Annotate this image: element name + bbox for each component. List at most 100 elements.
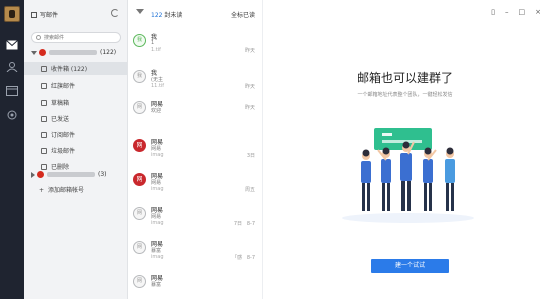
close-icon[interactable]: × (535, 8, 541, 16)
message-date: 昨天 (244, 105, 255, 111)
calendar-icon[interactable] (6, 86, 18, 96)
message-date: 周五 (244, 187, 255, 193)
compose-label: 写邮件 (40, 12, 59, 19)
list-item[interactable]: 网 网易 欢迎 昨天 (128, 97, 263, 123)
search-input[interactable] (44, 34, 118, 42)
message-preview: imag (151, 186, 164, 192)
empty-state-title: 邮箱也可以建群了 (356, 71, 453, 85)
add-mailbox-button[interactable]: + 添加邮箱帐号 (39, 185, 84, 194)
message-date: 昨天 (244, 84, 255, 90)
folder-label: 草稿箱 (51, 100, 70, 107)
list-item[interactable]: 网 网易 网易 imag 3日 (128, 135, 263, 161)
message-preview: 11.tif (151, 83, 165, 89)
message-subject: 网易 (151, 146, 162, 152)
sidebar-toggle-icon[interactable]: ▯ (491, 8, 495, 16)
list-item[interactable]: 我 我 (无主 11.tif 昨天 (128, 66, 263, 92)
folder-drafts[interactable]: 草稿箱 (24, 96, 127, 109)
message-subject: 网易 (151, 180, 162, 186)
avatar: 网 (133, 207, 146, 220)
folder-label: 收件箱 (122) (51, 66, 88, 73)
account-address-redacted (49, 50, 97, 55)
unread-summary: 122 封未读 (151, 10, 182, 19)
unread-label: 封未读 (164, 12, 183, 19)
list-item[interactable]: 网 网易 暴富 imag 「感 8-7 (128, 237, 263, 263)
avatar: 我 (133, 70, 146, 83)
compose-button[interactable]: 写邮件 (31, 10, 58, 19)
minimize-icon[interactable]: – (505, 8, 509, 16)
folder-label: 红旗邮件 (51, 83, 76, 90)
plus-icon: + (39, 187, 45, 194)
list-item[interactable]: 我 我 1 1.tif 昨天 (128, 30, 263, 56)
folder-label: 已发送 (51, 116, 70, 123)
sent-icon (41, 115, 47, 122)
message-subject: 暴富 (151, 282, 162, 288)
folder-sidebar: 写邮件 (122) 收件箱 (122) 红旗邮件 草稿箱 已发送 订阅邮件 垃圾… (24, 0, 128, 299)
avatar: 网 (133, 275, 146, 288)
folder-spam[interactable]: 垃圾邮件 (24, 144, 127, 157)
mail-icon[interactable] (6, 40, 18, 50)
chevron-right-icon (31, 171, 35, 178)
folder-sent[interactable]: 已发送 (24, 112, 127, 125)
search-icon (36, 35, 41, 40)
message-subject: (无主 (151, 77, 163, 83)
chevron-down-icon (31, 50, 37, 55)
message-date: 昨天 (244, 48, 255, 54)
folder-inbox[interactable]: 收件箱 (122) (24, 62, 127, 75)
folder-label: 垃圾邮件 (51, 148, 76, 155)
subscribe-icon (41, 131, 47, 138)
list-item[interactable]: 网 网易 暴富 (128, 271, 263, 297)
folder-label: 订阅邮件 (51, 132, 76, 139)
unread-count: 122 (151, 12, 163, 19)
message-list: 122 封未读 全标已读 我 我 1 1.tif 昨天 我 我 (无主 11.t… (128, 0, 263, 299)
message-list-header: 122 封未读 全标已读 (128, 0, 263, 26)
settings-icon[interactable] (6, 110, 18, 120)
message-date: 7日 8-7 (234, 220, 255, 227)
list-item[interactable]: 网 网易 网易 imag 周五 (128, 169, 263, 195)
folder-subscriptions[interactable]: 订阅邮件 (24, 128, 127, 141)
message-date-day: 7日 (233, 221, 243, 227)
avatar: 网 (133, 101, 146, 114)
message-preview: imag (151, 254, 164, 260)
message-preview: imag (151, 152, 164, 158)
avatar: 我 (133, 34, 146, 47)
user-avatar[interactable] (4, 6, 20, 22)
folder-flagged[interactable]: 红旗邮件 (24, 79, 127, 92)
draft-icon (41, 99, 47, 106)
avatar: 网 (133, 139, 146, 152)
account-unread-count: (3) (98, 171, 107, 178)
try-create-group-button[interactable]: 建一个试试 (371, 259, 449, 273)
message-subject: 网易 (151, 214, 162, 220)
message-subject: 欢迎 (151, 108, 162, 114)
message-date-suffix: 8-7 (246, 255, 255, 261)
compose-icon (31, 12, 37, 18)
inbox-icon (41, 65, 47, 72)
message-date: 3日 (246, 153, 255, 159)
account-unread-count: (122) (100, 49, 117, 56)
avatar: 网 (133, 173, 146, 186)
add-mailbox-label: 添加邮箱帐号 (48, 187, 85, 194)
refresh-icon[interactable] (111, 9, 119, 17)
spam-icon (41, 147, 47, 154)
main-pane: ▯ – □ × 邮箱也可以建群了 一个邮箱地址代表整个团队，一键轻松发信 建一个… (263, 0, 547, 299)
icon-rail (0, 0, 24, 299)
account-address-redacted (47, 172, 95, 177)
maximize-icon[interactable]: □ (519, 8, 526, 16)
netease-logo-icon (39, 49, 46, 56)
avatar: 网 (133, 241, 146, 254)
filter-icon[interactable] (136, 9, 144, 14)
flag-icon (41, 82, 47, 89)
account-row-primary[interactable]: (122) (31, 47, 123, 58)
message-date-day: 「感 (232, 255, 243, 261)
search-box[interactable] (31, 32, 121, 43)
message-preview: 1.tif (151, 47, 161, 53)
message-subject: 暴富 (151, 248, 162, 254)
message-date-suffix: 8-7 (246, 221, 255, 227)
list-item[interactable]: 网 网易 网易 imag 7日 8-7 (128, 203, 263, 229)
contacts-icon[interactable] (6, 62, 18, 72)
team-illustration (342, 128, 474, 223)
message-preview: imag (151, 220, 164, 226)
account-row-secondary[interactable]: (3) (31, 169, 123, 180)
message-subject: 1 (151, 40, 155, 46)
mark-all-read-button[interactable]: 全标已读 (231, 10, 255, 19)
empty-state-subtitle: 一个邮箱地址代表整个团队，一键轻松发信 (357, 92, 453, 98)
